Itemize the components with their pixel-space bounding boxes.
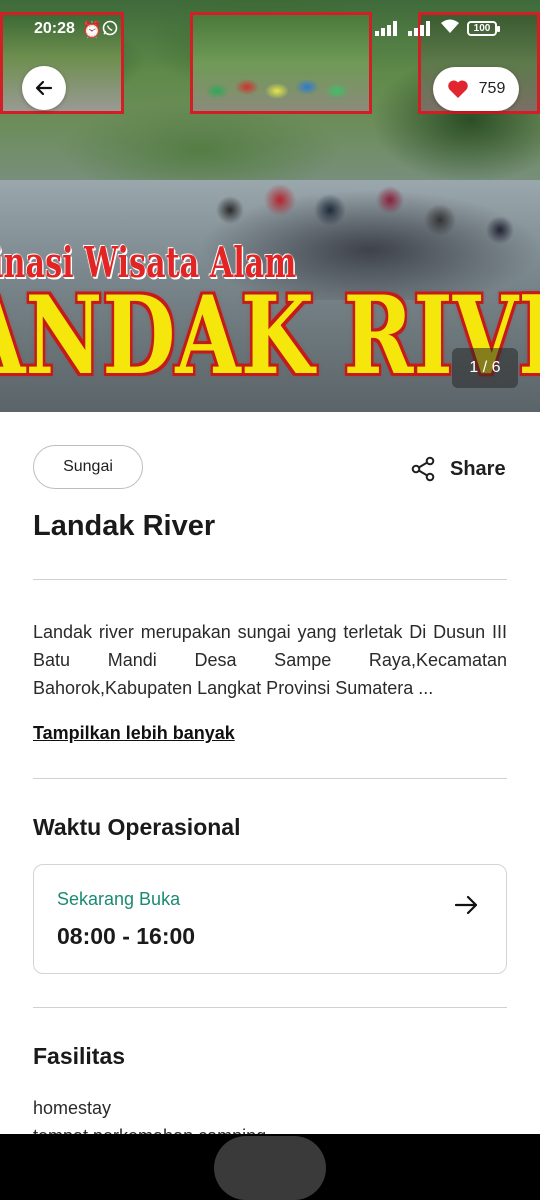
share-label: Share — [450, 457, 506, 480]
home-gesture-pill[interactable] — [214, 1136, 326, 1200]
share-icon — [411, 456, 435, 482]
arrow-right-icon — [454, 895, 478, 915]
operating-hours-card[interactable]: Sekarang Buka 08:00 - 16:00 — [33, 864, 507, 974]
image-counter: 1 / 6 — [452, 348, 518, 388]
share-button[interactable]: Share — [410, 456, 506, 482]
heart-icon — [447, 80, 468, 98]
signal-icon — [375, 20, 397, 36]
operating-hours-title: Waktu Operasional — [33, 814, 241, 840]
battery-icon: 100 — [467, 21, 500, 36]
like-button[interactable]: 759 — [433, 67, 519, 111]
place-description: Landak river merupakan sungai yang terle… — [33, 622, 507, 698]
status-bar: 20:28 ⏰ 100 — [0, 0, 540, 58]
back-button[interactable] — [22, 66, 66, 110]
wifi-icon — [440, 18, 460, 39]
divider — [33, 778, 507, 779]
arrow-left-icon — [35, 80, 53, 96]
show-more-link[interactable]: Tampilkan lebih banyak — [33, 723, 235, 744]
status-time: 20:28 — [34, 20, 75, 37]
signal-icon — [408, 20, 430, 36]
place-title: Landak River — [33, 510, 216, 542]
tents-graphic — [207, 75, 355, 99]
category-chip[interactable]: Sungai — [33, 445, 143, 489]
alarm-icon: ⏰ — [82, 22, 102, 39]
whatsapp-icon — [102, 20, 118, 41]
like-count: 759 — [478, 80, 506, 97]
facilities-title: Fasilitas — [33, 1043, 126, 1069]
divider — [33, 579, 507, 580]
divider — [33, 1007, 507, 1008]
open-status: Sekarang Buka — [57, 889, 181, 909]
hours-range: 08:00 - 16:00 — [57, 923, 196, 949]
facility-item: homestay — [33, 1098, 112, 1118]
